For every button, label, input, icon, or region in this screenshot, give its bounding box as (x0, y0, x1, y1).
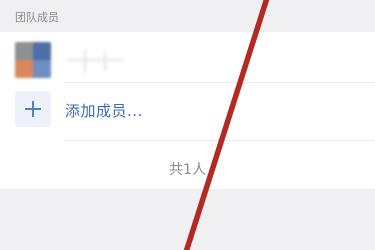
diagonal-strike-line (183, 0, 270, 250)
